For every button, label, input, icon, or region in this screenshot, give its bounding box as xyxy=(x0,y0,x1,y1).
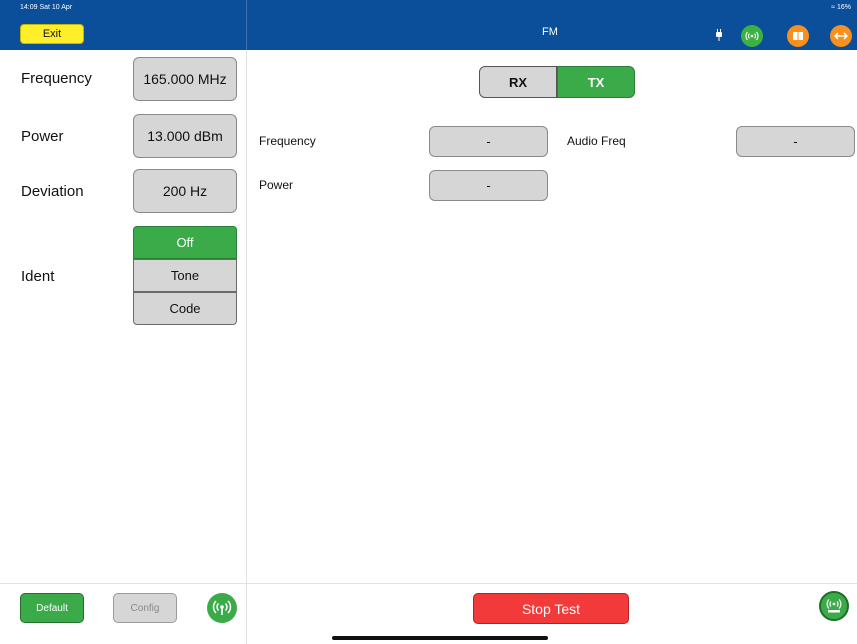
power-label: Power xyxy=(21,128,64,145)
transmitter-icon[interactable] xyxy=(819,591,849,621)
panel-divider xyxy=(246,50,247,644)
antenna-icon[interactable] xyxy=(207,593,237,623)
page-title: FM xyxy=(542,26,558,38)
config-button[interactable]: Config xyxy=(113,593,177,623)
measured-frequency-value: - xyxy=(429,126,548,157)
home-indicator xyxy=(332,636,548,640)
exit-button[interactable]: Exit xyxy=(20,24,84,44)
tx-toggle[interactable]: TX xyxy=(557,66,635,98)
ident-code-option[interactable]: Code xyxy=(133,292,237,325)
measured-power-label: Power xyxy=(259,178,294,192)
stop-test-button[interactable]: Stop Test xyxy=(473,593,629,624)
book-icon[interactable] xyxy=(787,25,809,47)
wireless-icon[interactable] xyxy=(741,25,763,47)
frequency-field[interactable]: 165.000 MHz xyxy=(133,57,237,101)
ident-off-option[interactable]: Off xyxy=(133,226,237,259)
app-header: 14:09 Sat 10 Apr ≈ 16% Exit FM xyxy=(0,0,857,50)
measured-power-value: - xyxy=(429,170,548,201)
arrows-icon[interactable] xyxy=(830,25,852,47)
frequency-label: Frequency xyxy=(21,70,92,87)
power-field[interactable]: 13.000 dBm xyxy=(133,114,237,158)
measured-audio-freq-label: Audio Freq xyxy=(567,134,626,148)
measured-audio-freq-value: - xyxy=(736,126,855,157)
ident-label: Ident xyxy=(21,268,55,285)
ident-tone-option[interactable]: Tone xyxy=(133,259,237,292)
deviation-field[interactable]: 200 Hz xyxy=(133,169,237,213)
measured-frequency-label: Frequency xyxy=(259,134,316,148)
header-divider xyxy=(246,0,247,50)
plug-icon xyxy=(716,29,722,41)
status-time: 14:09 Sat 10 Apr xyxy=(20,4,73,11)
battery-status: ≈ 16% xyxy=(831,4,851,11)
deviation-label: Deviation xyxy=(21,183,84,200)
default-button[interactable]: Default xyxy=(20,593,84,623)
footer-divider xyxy=(0,583,857,584)
battery-percent: 16% xyxy=(836,4,851,11)
rx-toggle[interactable]: RX xyxy=(479,66,557,98)
